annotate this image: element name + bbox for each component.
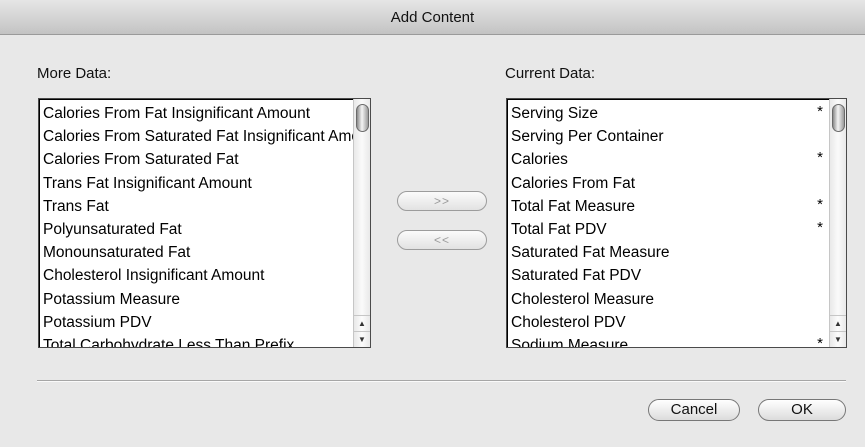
required-marker: * <box>817 334 823 347</box>
scroll-thumb[interactable] <box>356 104 369 132</box>
list-item-label: Cholesterol Measure <box>511 290 655 308</box>
list-item[interactable]: Calories From Saturated Fat <box>43 148 353 171</box>
list-item[interactable]: Calories From Saturated Fat Insignifican… <box>43 125 353 148</box>
list-item[interactable]: Calories From Fat <box>511 172 829 195</box>
required-marker: * <box>817 218 823 236</box>
scroll-up-arrow-icon[interactable]: ▲ <box>830 315 846 331</box>
required-marker: * <box>817 149 823 167</box>
add-item-button[interactable]: >> <box>397 191 487 211</box>
list-item-label: Sodium Measure <box>511 336 629 347</box>
list-item-label: Cholesterol PDV <box>511 313 626 331</box>
required-marker: * <box>817 103 823 120</box>
list-item[interactable]: Trans Fat Insignificant Amount <box>43 172 353 195</box>
list-item[interactable]: Trans Fat <box>43 195 353 218</box>
required-marker: * <box>817 195 823 213</box>
list-item[interactable]: Cholesterol PDV <box>511 311 829 334</box>
list-item[interactable]: Saturated Fat Measure <box>511 241 829 264</box>
add-content-dialog: More Data: Current Data: Calories From F… <box>0 35 865 447</box>
list-item[interactable]: Total Fat Measure * <box>511 195 829 218</box>
list-item[interactable]: Calories * <box>511 148 829 171</box>
list-item[interactable]: Saturated Fat PDV <box>511 264 829 287</box>
list-item[interactable]: Potassium Measure <box>43 288 353 311</box>
more-data-list[interactable]: Calories From Fat Insignificant Amount C… <box>38 98 371 348</box>
current-data-scrollbar[interactable]: ▲ ▼ <box>829 99 846 347</box>
list-item-label: Calories <box>511 151 568 169</box>
list-item[interactable]: Total Fat PDV * <box>511 218 829 241</box>
more-data-scrollbar[interactable]: ▲ ▼ <box>353 99 370 347</box>
list-item[interactable]: Calories From Fat Insignificant Amount <box>43 102 353 125</box>
list-item[interactable]: Monounsaturated Fat <box>43 241 353 264</box>
cancel-button[interactable]: Cancel <box>648 399 740 421</box>
list-item[interactable]: Cholesterol Measure <box>511 288 829 311</box>
list-item[interactable]: Serving Per Container <box>511 125 829 148</box>
list-item[interactable]: Total Carbohydrate Less Than Prefix <box>43 334 353 347</box>
list-item[interactable]: Polyunsaturated Fat <box>43 218 353 241</box>
scroll-up-arrow-icon[interactable]: ▲ <box>354 315 370 331</box>
remove-item-button[interactable]: << <box>397 230 487 250</box>
scroll-down-arrow-icon[interactable]: ▼ <box>830 331 846 347</box>
list-item[interactable]: Cholesterol Insignificant Amount <box>43 264 353 287</box>
list-item-label: Total Fat PDV <box>511 220 607 238</box>
scroll-thumb[interactable] <box>832 104 845 132</box>
list-item-label: Total Fat Measure <box>511 197 636 215</box>
window-title: Add Content <box>0 0 865 35</box>
scroll-down-arrow-icon[interactable]: ▼ <box>354 331 370 347</box>
list-item-label: Serving Size <box>511 105 599 122</box>
list-item[interactable]: Sodium Measure * <box>511 334 829 347</box>
ok-button[interactable]: OK <box>758 399 846 421</box>
list-item[interactable]: Serving Size * <box>511 102 829 125</box>
more-data-label: More Data: <box>37 65 112 82</box>
list-item-label: Calories From Fat <box>511 174 636 192</box>
separator <box>37 380 846 382</box>
list-item-label: Saturated Fat Measure <box>511 244 670 262</box>
current-data-label: Current Data: <box>505 65 596 82</box>
current-data-list[interactable]: Serving Size * Serving Per Container Calo… <box>506 98 847 348</box>
list-item[interactable]: Potassium PDV <box>43 311 353 334</box>
list-item-label: Saturated Fat PDV <box>511 267 642 285</box>
list-item-label: Serving Per Container <box>511 128 664 146</box>
